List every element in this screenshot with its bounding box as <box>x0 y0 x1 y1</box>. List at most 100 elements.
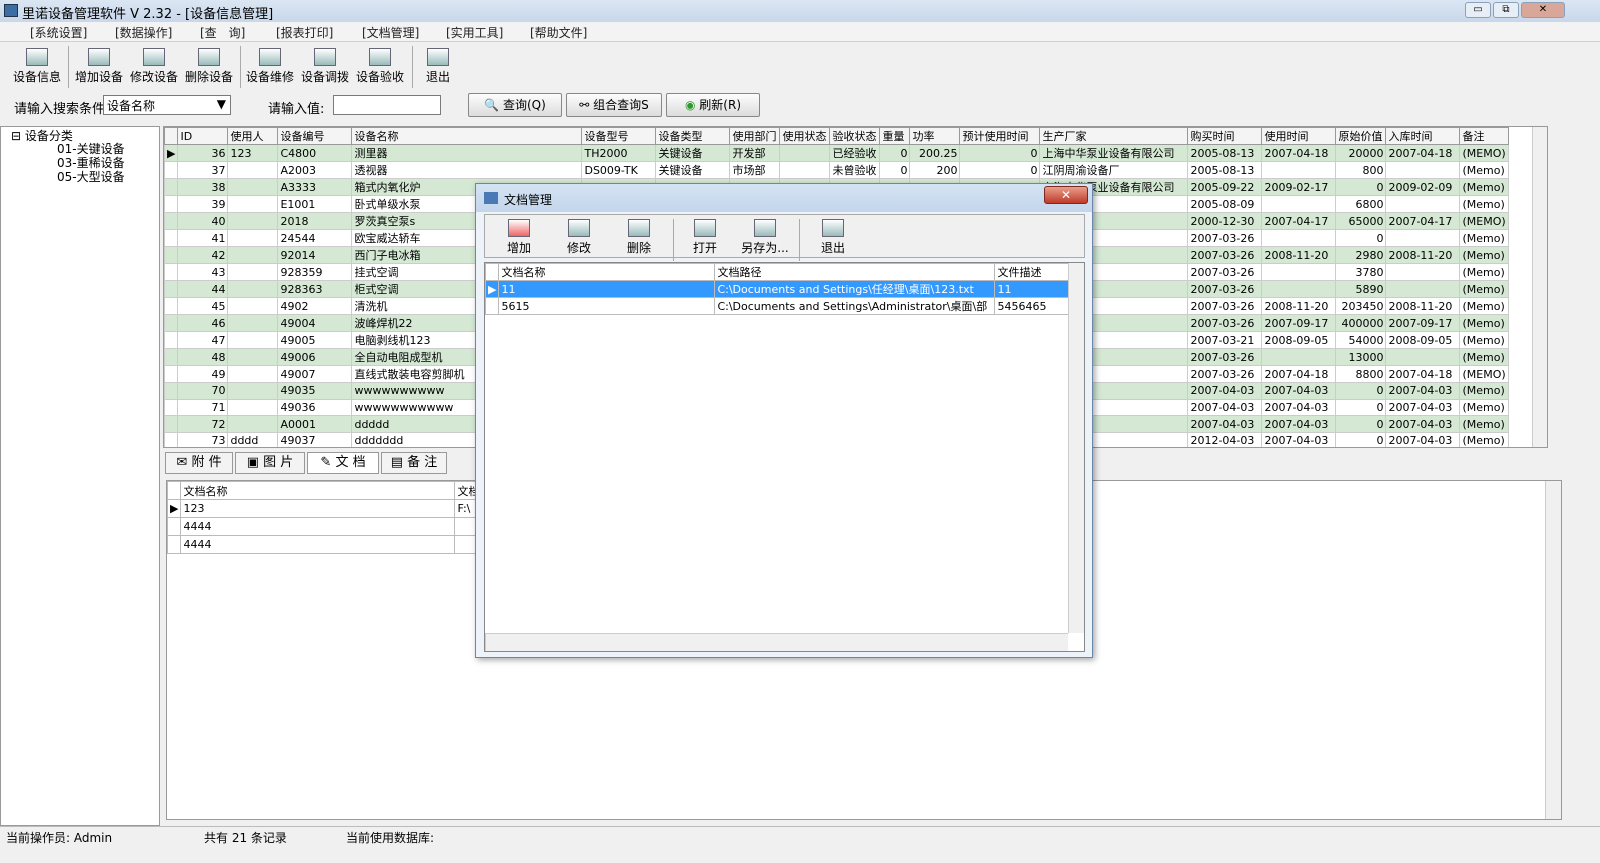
column-header[interactable]: 生产厂家 <box>1039 127 1189 145</box>
search-condition-label: 请输入搜索条件 <box>14 102 106 117</box>
column-header[interactable]: 入库时间 <box>1385 127 1461 145</box>
dialog-vertical-scrollbar[interactable] <box>1068 263 1084 633</box>
device-repair-button[interactable]: 设备维修 <box>243 48 297 88</box>
table-cell: 2005-09-22 <box>1187 178 1263 196</box>
column-header[interactable]: 备注 <box>1459 127 1509 145</box>
table-row[interactable]: ▶ 11 C:\Documents and Settings\任经理\桌面\123.… <box>485 280 1072 298</box>
menu-system-settings[interactable]: [系统设置] <box>30 24 87 41</box>
table-cell: 2007-04-18 <box>1385 144 1461 162</box>
column-header[interactable]: 预计使用时间 <box>959 127 1041 145</box>
table-row[interactable]: 4444 <box>167 535 486 554</box>
column-header[interactable]: 验收状态 <box>829 127 881 145</box>
column-header[interactable]: 使用状态 <box>779 127 831 145</box>
tab-documents[interactable]: ✎ 文 档 <box>307 452 379 474</box>
dialog-close-button[interactable]: ✕ <box>1044 186 1088 204</box>
table-cell: 73 <box>177 432 229 447</box>
document-icon: ✎ <box>320 455 332 470</box>
table-row[interactable]: 4444 <box>167 517 486 536</box>
table-cell: 0 <box>1335 415 1387 434</box>
menu-doc-manage[interactable]: [文档管理] <box>362 24 419 41</box>
table-cell: 2008-11-20 <box>1385 246 1461 264</box>
table-row[interactable]: ▶ 123 F:\ <box>167 499 486 518</box>
tab-notes[interactable]: ▤ 备 注 <box>381 452 447 474</box>
row-indicator <box>164 297 179 315</box>
add-device-button[interactable]: 增加设备 <box>72 48 126 88</box>
table-cell <box>1385 229 1461 247</box>
table-cell: 3780 <box>1335 263 1387 281</box>
table-cell: 43 <box>177 263 229 281</box>
status-bar: 当前操作员: Admin 共有 21 条记录 当前使用数据库: <box>0 826 1600 863</box>
category-tree: ⊟ 设备分类 01-关键设备 03-重稀设备 05-大型设备 <box>0 126 160 826</box>
tree-item[interactable]: 05-大型设备 <box>57 168 125 185</box>
refresh-button[interactable]: ◉ 刷新(R) <box>666 93 760 117</box>
table-cell: 2007-03-21 <box>1187 331 1263 349</box>
search-value-input[interactable] <box>333 95 441 115</box>
maximize-button[interactable]: ⧉ <box>1493 2 1519 18</box>
table-cell: 70 <box>177 382 229 400</box>
menu-tools[interactable]: [实用工具] <box>446 24 503 41</box>
column-header[interactable]: 设备编号 <box>277 127 353 145</box>
query-button[interactable]: 🔍 查询(Q) <box>468 93 562 117</box>
table-cell: 透视器 <box>351 161 583 179</box>
doc-open-button[interactable]: 打开 <box>685 219 725 259</box>
table-cell: 200 <box>909 161 961 179</box>
table-row[interactable]: 37 A2003 透视器 DS009-TK 关键设备 市场部 未曾验收 0 200 0 江阴周渝设备… <box>164 161 1509 179</box>
column-header[interactable]: 使用时间 <box>1261 127 1337 145</box>
vertical-scrollbar[interactable] <box>1545 481 1561 819</box>
toolbar-separator <box>799 219 800 261</box>
column-header[interactable]: 设备名称 <box>351 127 583 145</box>
table-cell: 46 <box>177 314 229 332</box>
doc-save-as-button[interactable]: 另存为... <box>737 219 793 259</box>
column-header[interactable]: 功率 <box>909 127 961 145</box>
combo-query-button[interactable]: ⚯ 组合查询S <box>566 93 662 117</box>
edit-device-button[interactable]: 修改设备 <box>127 48 181 88</box>
delete-icon <box>628 219 650 237</box>
menu-query[interactable]: [查 询] <box>200 24 245 41</box>
column-header[interactable]: 设备类型 <box>655 127 731 145</box>
exit-button[interactable]: 退出 <box>418 48 458 88</box>
column-header[interactable]: 使用人 <box>227 127 279 145</box>
table-cell <box>1261 161 1337 179</box>
open-icon <box>694 219 716 237</box>
column-header[interactable]: 原始价值 <box>1335 127 1387 145</box>
column-header[interactable]: 使用部门 <box>729 127 781 145</box>
doc-delete-button[interactable]: 删除 <box>619 219 659 259</box>
search-field-select[interactable]: 设备名称 ▼ <box>103 95 231 115</box>
dialog-horizontal-scrollbar[interactable] <box>485 633 1068 651</box>
vertical-scrollbar[interactable] <box>1532 127 1547 447</box>
row-indicator <box>164 229 179 247</box>
column-header[interactable]: 购买时间 <box>1187 127 1263 145</box>
table-cell: 11 <box>498 280 716 298</box>
menu-help[interactable]: [帮助文件] <box>530 24 587 41</box>
device-transfer-button[interactable]: 设备调拨 <box>298 48 352 88</box>
device-accept-button[interactable]: 设备验收 <box>353 48 407 88</box>
column-header[interactable]: 文档名称 <box>498 263 716 281</box>
column-header[interactable]: ID <box>177 127 229 145</box>
table-cell: DS009-TK <box>581 161 657 179</box>
tab-attachments[interactable]: ✉ 附 件 <box>165 452 233 474</box>
table-cell <box>227 280 279 298</box>
column-header[interactable]: 设备型号 <box>581 127 657 145</box>
column-header[interactable]: 文档路径 <box>714 263 996 281</box>
doc-edit-button[interactable]: 修改 <box>559 219 599 259</box>
row-indicator <box>164 263 179 281</box>
column-header[interactable]: 重量 <box>879 127 911 145</box>
dialog-title-bar: 文档管理 ✕ <box>476 184 1092 212</box>
table-cell: 2007-03-26 <box>1187 263 1263 281</box>
doc-add-button[interactable]: 增加 <box>499 219 539 259</box>
table-cell: 5456465 <box>994 297 1072 315</box>
menu-report-print[interactable]: [报表打印] <box>276 24 333 41</box>
table-cell: A0001 <box>277 415 353 434</box>
tab-pictures[interactable]: ▣ 图 片 <box>235 452 305 474</box>
close-button[interactable]: ✕ <box>1521 2 1565 18</box>
doc-exit-button[interactable]: 退出 <box>813 219 853 259</box>
column-header[interactable]: 文档名称 <box>180 481 456 500</box>
delete-device-button[interactable]: 删除设备 <box>182 48 236 88</box>
menu-data-ops[interactable]: [数据操作] <box>115 24 172 41</box>
table-cell: 2007-03-26 <box>1187 314 1263 332</box>
table-row[interactable]: 5615 C:\Documents and Settings\Administra… <box>485 297 1072 315</box>
device-info-button[interactable]: 设备信息 <box>10 48 64 88</box>
minimize-button[interactable]: ▭ <box>1465 2 1491 18</box>
column-header[interactable]: 文件描述 <box>994 263 1072 281</box>
table-row[interactable]: ▶ 36 123 C4800 测里器 TH2000 关键设备 开发部 已经验收 0 200.25 0 上… <box>164 144 1509 162</box>
